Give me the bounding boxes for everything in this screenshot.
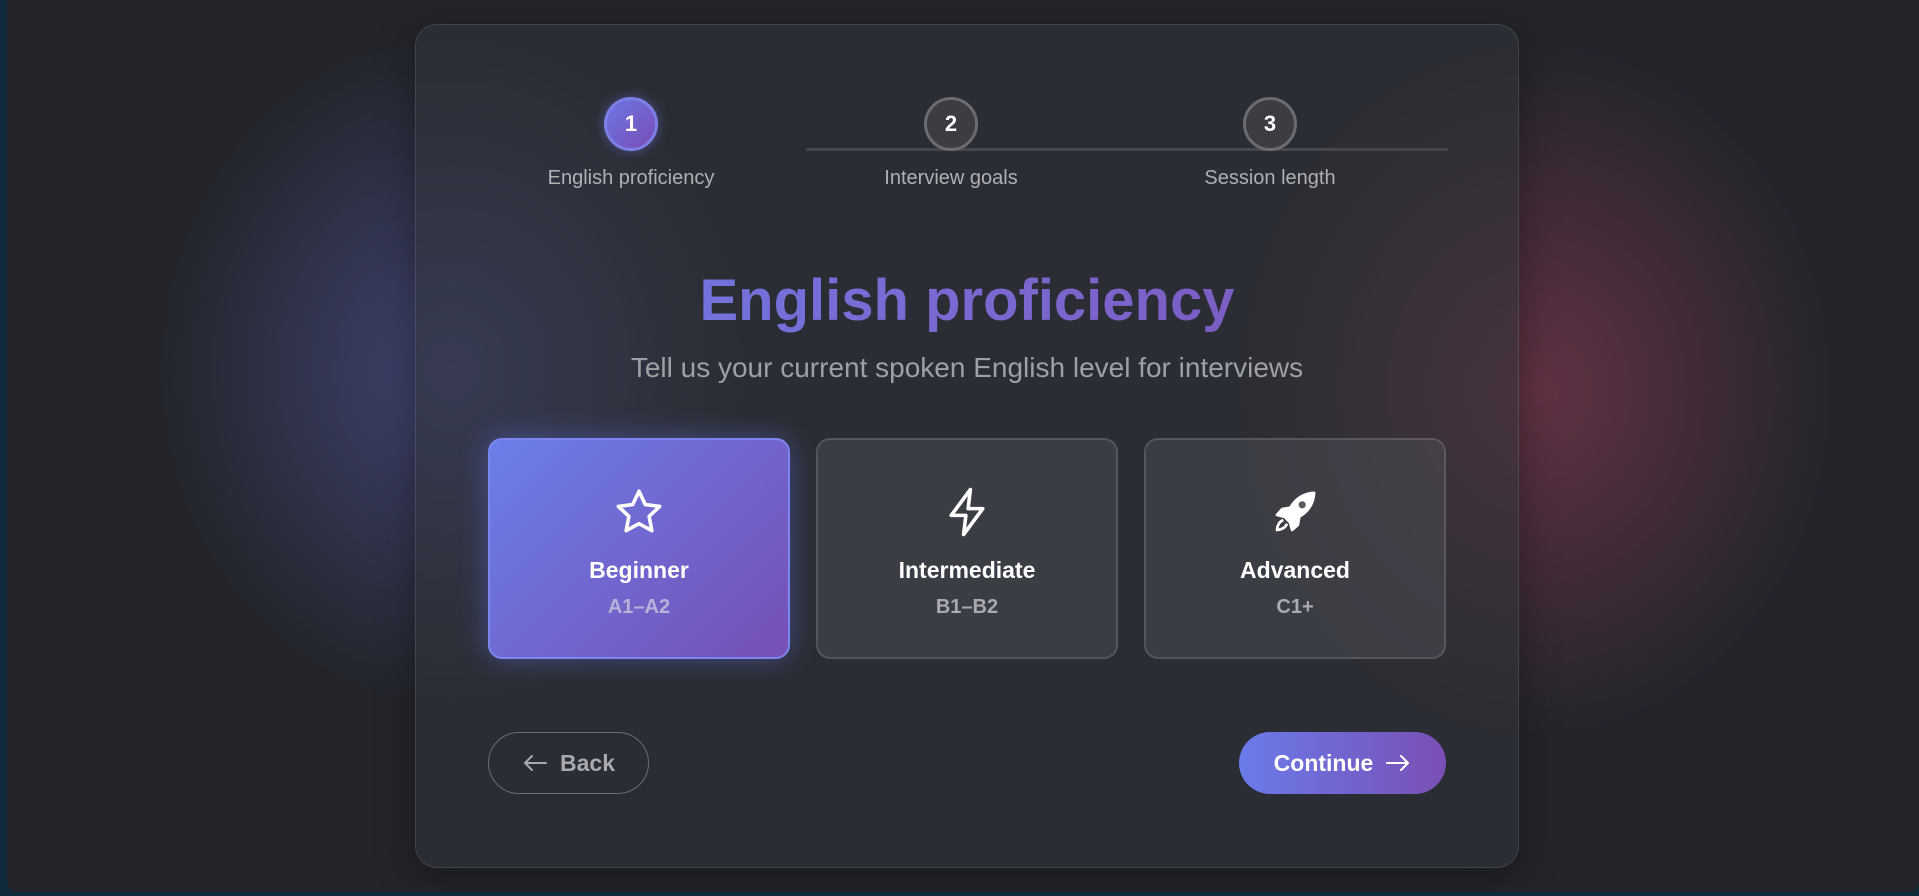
step-label: English proficiency: [547, 167, 715, 189]
step-3[interactable]: 3 Session length: [1150, 97, 1390, 190]
back-button[interactable]: Back: [488, 732, 649, 794]
star-icon: [616, 489, 662, 533]
stepper: 1 English proficiency 2 Interview goals …: [416, 25, 1518, 225]
arrow-right-icon: [1386, 755, 1410, 771]
option-level-code: B1–B2: [935, 596, 999, 618]
page-subtitle: Tell us your current spoken English leve…: [630, 352, 1304, 383]
arrow-left-icon: [524, 755, 547, 771]
step-2[interactable]: 2 Interview goals: [831, 97, 1071, 190]
option-name: Intermediate: [898, 557, 1036, 583]
lightning-icon: [949, 487, 985, 537]
step-number-badge: 1: [604, 97, 658, 151]
app-viewport: 1 English proficiency 2 Interview goals …: [7, 0, 1919, 892]
page-title: English proficiency: [416, 263, 1518, 339]
step-1[interactable]: 1 English proficiency: [511, 97, 751, 190]
option-name: Advanced: [1240, 557, 1350, 583]
rocket-icon: [1275, 491, 1316, 532]
option-intermediate[interactable]: Intermediate B1–B2: [816, 438, 1118, 659]
continue-button-label: Continue: [1273, 749, 1374, 776]
onboarding-card: 1 English proficiency 2 Interview goals …: [415, 24, 1519, 868]
option-beginner[interactable]: Beginner A1–A2: [488, 438, 790, 659]
step-label: Interview goals: [884, 167, 1018, 189]
step-number-badge: 2: [924, 97, 978, 151]
step-number-badge: 3: [1243, 97, 1297, 151]
option-name: Beginner: [589, 557, 689, 583]
option-level-code: C1+: [1276, 596, 1314, 618]
continue-button[interactable]: Continue: [1239, 732, 1446, 794]
step-label: Session length: [1204, 167, 1336, 189]
option-level-code: A1–A2: [607, 596, 671, 618]
back-button-label: Back: [560, 749, 615, 776]
option-advanced[interactable]: Advanced C1+: [1144, 438, 1446, 659]
